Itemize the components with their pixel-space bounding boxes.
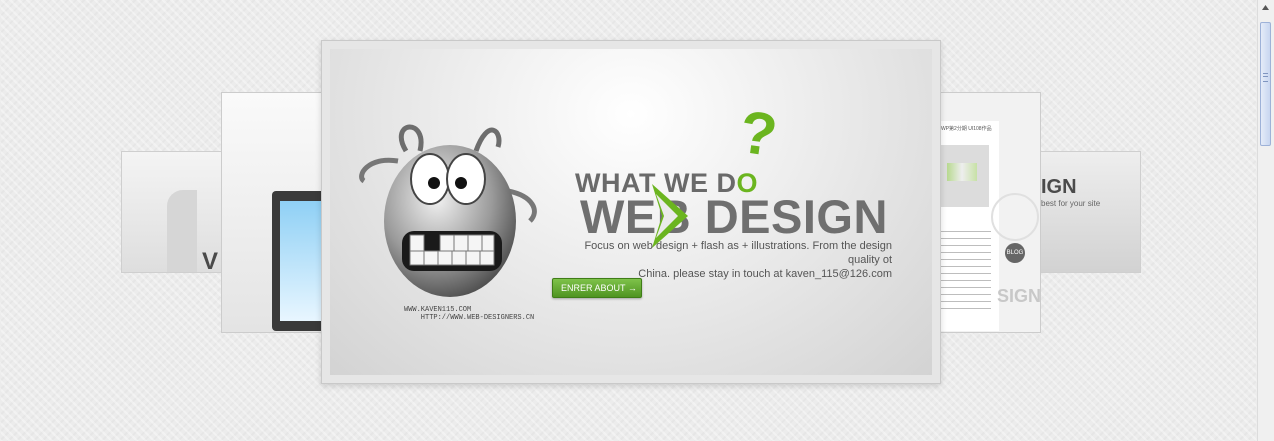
mascot-icon [359, 124, 537, 297]
slide-shape [167, 190, 197, 272]
question-mark: ? [735, 97, 782, 170]
url-text: WWW.KAVEN115.COM HTTP://WWW.WEB-DESIGNER… [404, 306, 534, 322]
decor-circle [991, 193, 1039, 241]
preview-header: WP第2分期 UI108作品 [941, 126, 992, 132]
arrow-right-icon: → [627, 283, 637, 293]
enter-about-button[interactable]: ENRER ABOUT → [552, 278, 642, 298]
blog-badge: BLOG [1005, 243, 1025, 263]
preview-bottom-text: SIGN [997, 286, 1041, 306]
slide-description: Focus on web design + flash as + illustr… [560, 239, 892, 281]
url-line-1: WWW.KAVEN115.COM [404, 306, 472, 314]
description-line-1: Focus on web design + flash as + illustr… [584, 240, 892, 266]
scrollbar-thumb[interactable] [1260, 22, 1271, 146]
carousel-slide-mid-right[interactable]: WP第2分期 UI108作品 BLOG SIGN [930, 92, 1041, 333]
main-slide-inner: ? WHAT WE DO WEB DESIGN Focus on web des… [330, 49, 932, 375]
url-line-2: HTTP://WWW.WEB-DESIGNERS.CN [404, 314, 535, 322]
slide-subtitle: best for your site [1041, 199, 1101, 208]
grip-icon [1263, 73, 1268, 82]
vertical-scrollbar[interactable] [1257, 0, 1274, 441]
carousel-slide-main[interactable]: ? WHAT WE DO WEB DESIGN Focus on web des… [321, 40, 941, 384]
carousel-slide-far-left[interactable]: V [121, 151, 231, 273]
carousel-slide-far-right[interactable]: IGN best for your site [1030, 151, 1141, 273]
preview-text-lines [941, 225, 991, 315]
slide-title: IGN [1041, 176, 1077, 198]
slide-title: WEB DESIGN [580, 190, 888, 243]
slide-mark: V [202, 248, 219, 273]
scroll-up-icon[interactable] [1260, 2, 1271, 13]
button-label: ENRER ABOUT [561, 283, 626, 293]
preview-thumbnail [941, 145, 989, 207]
carousel-slide-mid-left[interactable] [221, 92, 331, 333]
